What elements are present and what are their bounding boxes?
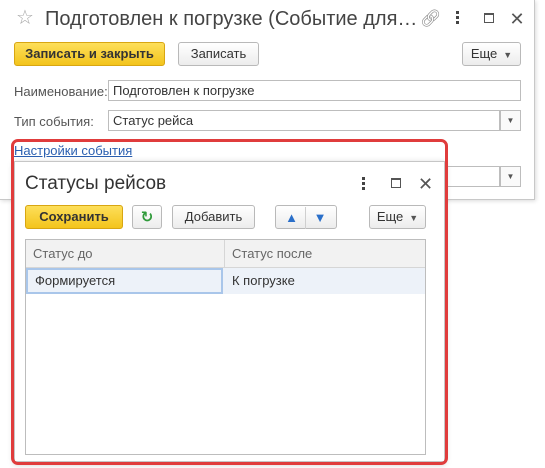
more-menu-button[interactable]: Еще ▼	[462, 42, 521, 66]
chevron-down-icon: ▼	[503, 50, 513, 60]
event-type-field[interactable]: Статус рейса	[108, 110, 500, 131]
close-icon[interactable]: ✕	[508, 9, 526, 29]
highlight-frame	[11, 139, 448, 465]
more-actions-icon[interactable]	[450, 9, 464, 32]
name-label: Наименование:	[14, 84, 108, 99]
hidden-field[interactable]	[445, 166, 500, 187]
save-and-close-button[interactable]: Записать и закрыть	[14, 42, 165, 66]
more-menu-label: Еще	[470, 46, 498, 61]
hidden-field-dropdown-button[interactable]: ▼	[500, 166, 521, 187]
name-field[interactable]: Подготовлен к погрузке	[108, 80, 521, 101]
save-button[interactable]: Записать	[178, 42, 259, 66]
event-type-label: Тип события:	[14, 114, 94, 129]
link-icon[interactable]: 🔗︎	[420, 9, 442, 29]
window-title: Подготовлен к погрузке (Событие для…	[45, 8, 418, 30]
maximize-icon[interactable]	[482, 9, 496, 29]
event-type-dropdown-button[interactable]: ▼	[500, 110, 521, 131]
favorite-star-icon[interactable]: ☆	[16, 8, 34, 28]
